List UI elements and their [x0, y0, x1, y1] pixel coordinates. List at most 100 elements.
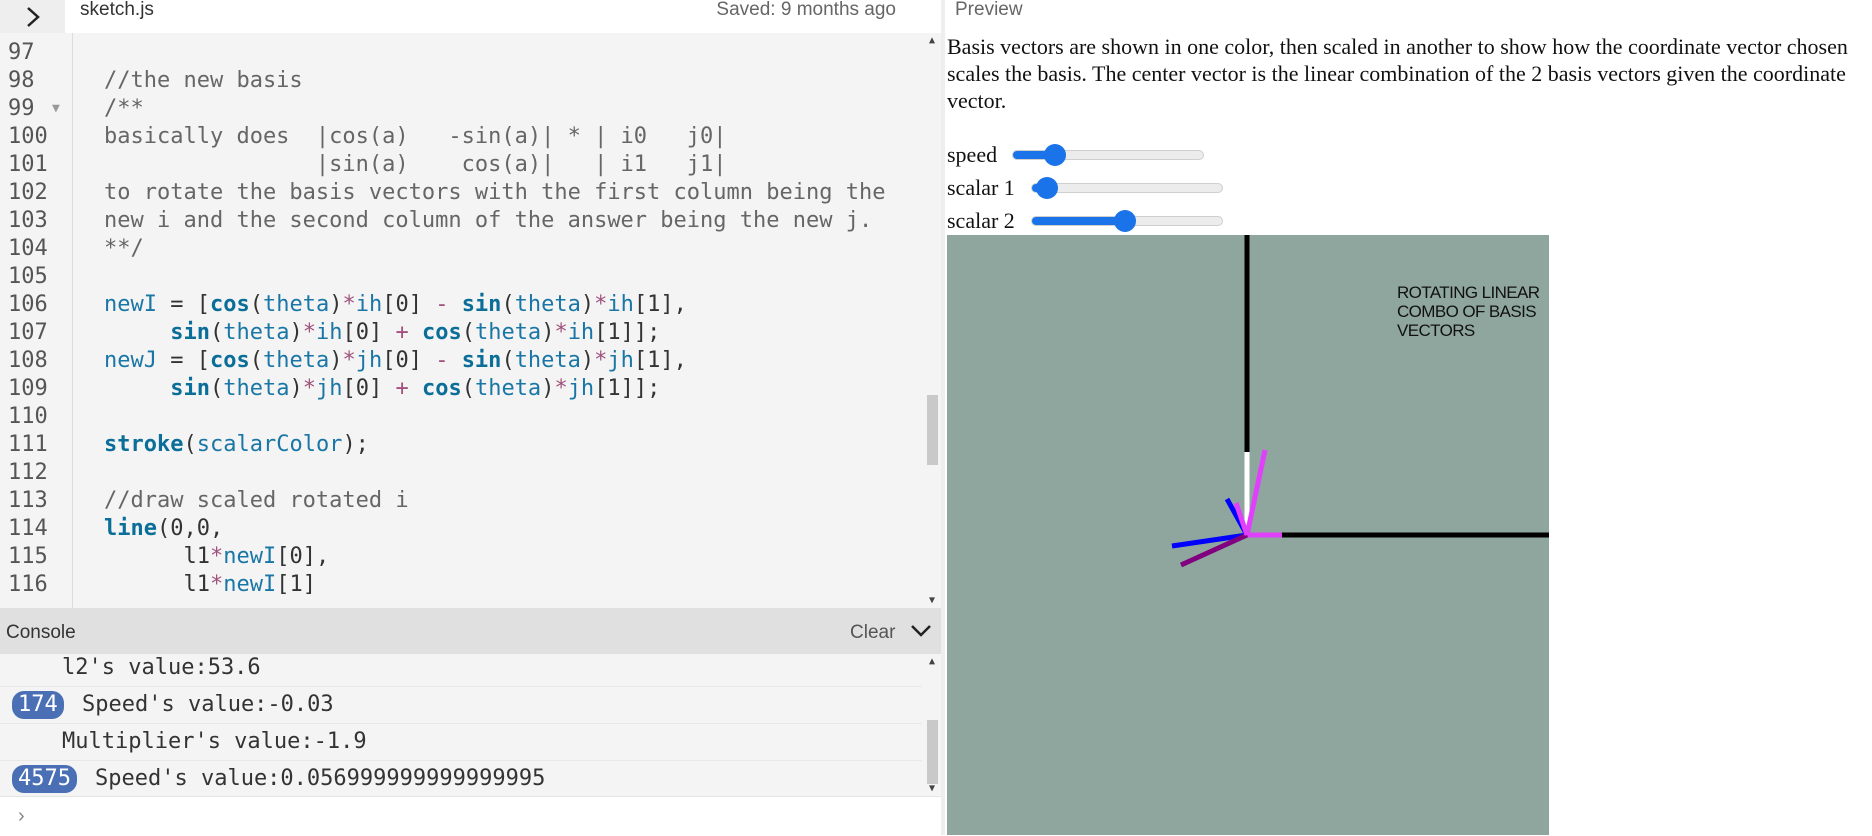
- scroll-up-icon[interactable]: ▲: [927, 35, 937, 46]
- code-line[interactable]: 115 l1*newI[0],: [0, 543, 920, 571]
- code-line[interactable]: 109 sin(theta)*jh[0] + cos(theta)*jh[1]]…: [0, 375, 920, 403]
- code-line[interactable]: 106 newI = [cos(theta)*ih[0] - sin(theta)…: [0, 291, 920, 319]
- code-text: |sin(a) cos(a)| | i1 j1|: [104, 152, 727, 177]
- scroll-up-icon[interactable]: ▲: [927, 656, 937, 667]
- scalar1-slider[interactable]: [1031, 177, 1223, 199]
- code-line[interactable]: 112: [0, 459, 920, 487]
- scalar2-slider-row: scalar 2: [947, 206, 1227, 234]
- slider-fill: [1032, 217, 1126, 225]
- code-text: l1*newI[1]: [104, 572, 316, 597]
- repeat-count-badge: 174: [12, 691, 64, 719]
- console-output: l2's value:53.6 174 Speed's value:-0.03 Mul…: [0, 654, 941, 796]
- line-number: 115: [8, 544, 48, 569]
- code-text: l1*newI[0],: [104, 544, 330, 569]
- editor-scroll-thumb[interactable]: [927, 395, 938, 465]
- slider-label: speed: [947, 142, 998, 167]
- code-text: basically does |cos(a) -sin(a)| * | i0 j…: [104, 124, 727, 149]
- console-line: 174 Speed's value:-0.03: [0, 687, 922, 724]
- code-line[interactable]: 104 **/: [0, 235, 920, 263]
- code-editor[interactable]: 97 98 //the new basis 99 ▼ /** 100 basically do…: [0, 33, 941, 608]
- code-line[interactable]: 108 newJ = [cos(theta)*jh[0] - sin(theta)…: [0, 347, 920, 375]
- line-number: 103: [8, 208, 48, 233]
- code-line[interactable]: 113 //draw scaled rotated i: [0, 487, 920, 515]
- code-line[interactable]: 98 //the new basis: [0, 67, 920, 95]
- chevron-down-icon[interactable]: [908, 620, 934, 642]
- scalar1-slider-row: scalar 1: [947, 173, 1227, 201]
- line-number: 101: [8, 152, 48, 177]
- console-text: Multiplier's value:-1.9: [62, 729, 367, 754]
- line-number: 109: [8, 376, 48, 401]
- chevron-right-icon: ›: [18, 805, 25, 827]
- line-number: 100: [8, 124, 48, 149]
- scalar2-slider[interactable]: [1031, 210, 1223, 232]
- slider-thumb[interactable]: [1036, 177, 1059, 199]
- file-name[interactable]: sketch.js: [80, 0, 154, 20]
- slider-label: scalar 2: [947, 208, 1015, 233]
- repeat-count-badge: 4575: [12, 765, 77, 793]
- fold-arrow-icon[interactable]: ▼: [52, 95, 60, 123]
- code-text: /**: [104, 96, 144, 121]
- code-line[interactable]: 116 l1*newI[1]: [0, 571, 920, 599]
- code-line[interactable]: 114 line(0,0,: [0, 515, 920, 543]
- slider-thumb[interactable]: [1043, 144, 1066, 166]
- saved-status: Saved: 9 months ago: [716, 0, 896, 20]
- run-button[interactable]: [0, 0, 65, 33]
- line-number: 102: [8, 180, 48, 205]
- line-number: 112: [8, 460, 48, 485]
- console-scroll-thumb[interactable]: [927, 720, 938, 784]
- code-text: sin(theta)*ih[0] + cos(theta)*ih[1]];: [170, 320, 661, 345]
- sketch-canvas[interactable]: ROTATING LINEAR COMBO OF BASIS VECTORS: [947, 235, 1549, 835]
- code-line[interactable]: 105: [0, 263, 920, 291]
- scroll-down-icon[interactable]: ▼: [927, 595, 937, 606]
- code-line[interactable]: 103 new i and the second column of the an…: [0, 207, 920, 235]
- line-number: 106: [8, 292, 48, 317]
- console-scrollbar[interactable]: ▲ ▼: [923, 654, 941, 796]
- preview-label: Preview: [955, 0, 1023, 20]
- scroll-down-icon[interactable]: ▼: [927, 783, 937, 794]
- line-number: 104: [8, 236, 48, 261]
- code-text: new i and the second column of the answe…: [104, 208, 873, 233]
- line-number: 97: [8, 40, 35, 65]
- code-line[interactable]: 101 |sin(a) cos(a)| | i1 j1|: [0, 151, 920, 179]
- code-line[interactable]: 110: [0, 403, 920, 431]
- code-text: stroke(scalarColor);: [104, 432, 369, 457]
- console-title: Console: [6, 622, 76, 643]
- console-line: l2's value:53.6: [0, 654, 922, 687]
- line-number: 108: [8, 348, 48, 373]
- code-text: newJ = [cos(theta)*jh[0] - sin(theta)*jh…: [104, 348, 687, 373]
- line-number: 110: [8, 404, 48, 429]
- code-line[interactable]: 100 basically does |cos(a) -sin(a)| * | i…: [0, 123, 920, 151]
- console-text: Speed's value:0.056999999999999995: [95, 766, 546, 791]
- console-header: Console Clear: [0, 608, 941, 654]
- line-number: 105: [8, 264, 48, 289]
- slider-thumb[interactable]: [1114, 210, 1137, 232]
- combo-vector: [1244, 449, 1268, 536]
- line-number: 114: [8, 516, 48, 541]
- editor-toolbar: sketch.js Saved: 9 months ago: [0, 0, 941, 34]
- editor-scrollbar[interactable]: ▲ ▼: [923, 33, 941, 608]
- code-text: //draw scaled rotated i: [104, 488, 409, 513]
- speed-slider-row: speed: [947, 140, 1207, 168]
- console-line: 4575 Speed's value:0.056999999999999995: [0, 761, 922, 796]
- line-number: 99: [8, 96, 35, 121]
- code-line[interactable]: 102 to rotate the basis vectors with the …: [0, 179, 920, 207]
- code-text: newI = [cos(theta)*ih[0] - sin(theta)*ih…: [104, 292, 687, 317]
- code-line[interactable]: 99 ▼ /**: [0, 95, 920, 123]
- line-number: 98: [8, 68, 35, 93]
- code-line[interactable]: 97: [0, 39, 920, 67]
- code-text: //the new basis: [104, 68, 303, 93]
- code-line[interactable]: 111 stroke(scalarColor);: [0, 431, 920, 459]
- sketch-description: Basis vectors are shown in one color, th…: [947, 34, 1848, 113]
- console-text: Speed's value:-0.03: [82, 692, 334, 717]
- console-input[interactable]: ›: [0, 796, 941, 836]
- chevron-right-icon: [26, 6, 40, 27]
- preview-pane: Basis vectors are shown in one color, th…: [945, 33, 1872, 835]
- speed-slider[interactable]: [1012, 144, 1204, 166]
- code-line[interactable]: 107 sin(theta)*ih[0] + cos(theta)*ih[1]]…: [0, 319, 920, 347]
- slider-label: scalar 1: [947, 175, 1015, 200]
- line-number: 113: [8, 488, 48, 513]
- console-line: Multiplier's value:-1.9: [0, 724, 922, 761]
- code-text: sin(theta)*jh[0] + cos(theta)*jh[1]];: [170, 376, 661, 401]
- console-text: l2's value:53.6: [62, 655, 261, 680]
- clear-button[interactable]: Clear: [850, 622, 895, 644]
